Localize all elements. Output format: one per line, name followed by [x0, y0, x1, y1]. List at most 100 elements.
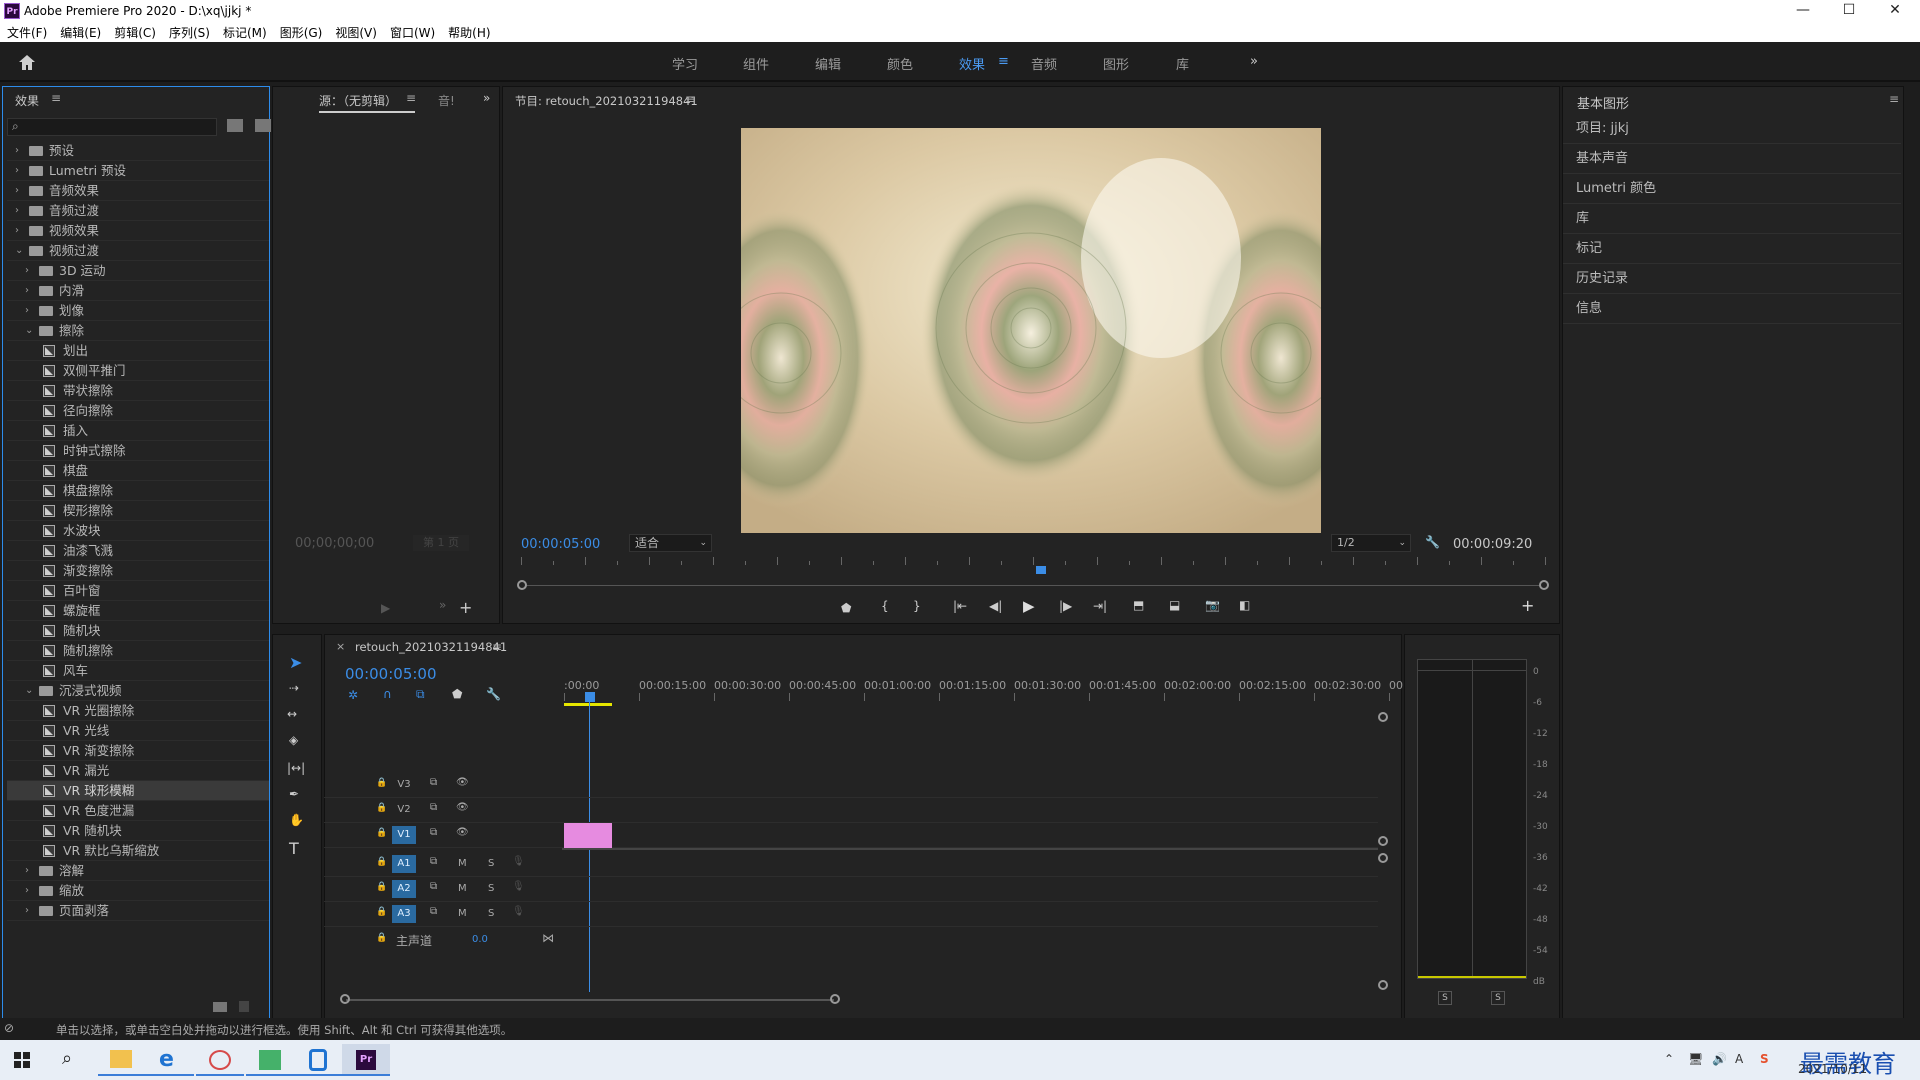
workspace-menu-icon[interactable]: ≡	[998, 54, 1009, 69]
solo-button[interactable]: S	[488, 858, 494, 869]
timeline-menu-icon[interactable]: ≡	[492, 640, 502, 654]
chevron-right-icon[interactable]: ›	[25, 281, 29, 301]
panel-menu-icon[interactable]: ≡	[51, 91, 61, 105]
menu-help[interactable]: 帮助(H)	[441, 22, 496, 41]
chevron-right-icon[interactable]: ›	[15, 181, 19, 201]
program-panel-menu-icon[interactable]: ≡	[685, 92, 695, 106]
effects-tree-item[interactable]: 螺旋框	[7, 601, 269, 621]
effects-tree-item[interactable]: 渐变擦除	[7, 561, 269, 581]
chevron-right-icon[interactable]: ›	[15, 201, 19, 221]
track-select-tool-icon[interactable]: ⇢	[289, 681, 299, 695]
effects-search-input[interactable]: ⌕	[7, 118, 217, 136]
linked-selection-icon[interactable]: ⧉	[416, 687, 425, 702]
chevron-right-icon[interactable]: ›	[15, 221, 19, 241]
close-sequence-icon[interactable]: ×	[336, 640, 345, 653]
razor-tool-icon[interactable]: ◈	[289, 733, 298, 747]
effects-tree-item[interactable]: 径向擦除	[7, 401, 269, 421]
lock-icon[interactable]: 🔒	[376, 933, 387, 943]
effects-tree-item[interactable]: VR 球形模糊	[7, 781, 269, 801]
menu-graphics[interactable]: 图形(G)	[273, 22, 329, 41]
effects-tree-item[interactable]: VR 渐变擦除	[7, 741, 269, 761]
settings-wrench-icon[interactable]: 🔧	[1425, 535, 1440, 549]
nest-icon[interactable]: ✲	[348, 688, 358, 702]
ime-icon[interactable]: A	[1735, 1052, 1743, 1066]
workspace-color[interactable]: 颜色	[887, 54, 913, 73]
ripple-edit-tool-icon[interactable]: ↔	[287, 707, 297, 721]
effects-tree-item[interactable]: 油漆飞溅	[7, 541, 269, 561]
app-icon[interactable]	[196, 1044, 244, 1076]
effects-tree-item[interactable]: ⌄ 擦除	[7, 321, 269, 341]
effects-tree-item[interactable]: VR 光线	[7, 721, 269, 741]
timeline-playhead-handle[interactable]	[585, 692, 595, 702]
effects-tree-item[interactable]: 带状擦除	[7, 381, 269, 401]
effects-tree-item[interactable]: ⌄ 视频过渡	[7, 241, 269, 261]
search-icon[interactable]: ⌕	[62, 1048, 72, 1069]
effects-tree-item[interactable]: 划出	[7, 341, 269, 361]
effects-tree-item[interactable]: › 视频效果	[7, 221, 269, 241]
chevron-right-icon[interactable]: ›	[25, 301, 29, 321]
mute-button[interactable]: M	[458, 908, 467, 919]
horizontal-scroll-handle[interactable]	[340, 994, 350, 1004]
vertical-scroll-handle[interactable]	[1378, 853, 1388, 863]
go-to-in-icon[interactable]: |⇤	[953, 599, 967, 613]
workspace-learn[interactable]: 学习	[672, 54, 698, 73]
track-target-toggle[interactable]: V2	[392, 801, 416, 819]
timeline-timecode[interactable]: 00:00:05:00	[345, 665, 437, 683]
add-button-icon[interactable]: +	[459, 598, 472, 617]
workspace-editing[interactable]: 编辑	[815, 54, 841, 73]
chevron-right-icon[interactable]: ›	[25, 261, 29, 281]
maximize-button[interactable]: ☐	[1826, 0, 1872, 22]
lift-icon[interactable]: ⬒	[1133, 598, 1144, 612]
chevron-down-icon[interactable]: ⌄	[25, 321, 33, 341]
lock-icon[interactable]: 🔒	[376, 803, 387, 813]
effects-tree-item[interactable]: 风车	[7, 661, 269, 681]
eye-icon[interactable]: 👁	[456, 777, 469, 788]
mark-in-icon[interactable]: {	[881, 599, 889, 613]
effects-tree-item[interactable]: VR 漏光	[7, 761, 269, 781]
show-hidden-icons[interactable]: ⌃	[1664, 1052, 1674, 1066]
lock-icon[interactable]: 🔒	[376, 778, 387, 788]
horizontal-scroll-bar[interactable]	[346, 999, 834, 1001]
mute-button[interactable]: M	[458, 883, 467, 894]
solo-button[interactable]: S	[488, 908, 494, 919]
32bit-effects-icon[interactable]	[255, 119, 271, 132]
network-icon[interactable]: 🖥	[1688, 1052, 1703, 1066]
effects-tree-item[interactable]: › 缩放	[7, 881, 269, 901]
play-icon[interactable]: ▶	[381, 601, 390, 615]
play-stop-icon[interactable]: ▶	[1023, 597, 1035, 615]
panner-icon[interactable]: ⋈	[542, 931, 554, 945]
sync-lock-icon[interactable]: ⧉	[430, 906, 437, 917]
add-marker-icon[interactable]: ⬟	[841, 601, 851, 615]
panel-history[interactable]: 历史记录	[1563, 264, 1901, 294]
solo-left-button[interactable]: S	[1438, 991, 1452, 1005]
panel-project[interactable]: 项目: jjkj	[1563, 114, 1901, 144]
chevron-right-icon[interactable]: ›	[15, 161, 19, 181]
chevron-down-icon[interactable]: ⌄	[15, 241, 23, 261]
effects-tree-item[interactable]: › 预设	[7, 141, 269, 161]
workspace-graphics[interactable]: 图形	[1103, 54, 1129, 73]
time-ruler[interactable]	[521, 557, 1546, 565]
menu-markers[interactable]: 标记(M)	[216, 22, 273, 41]
sync-lock-icon[interactable]: ⧉	[430, 777, 437, 788]
program-timecode[interactable]: 00:00:05:00	[521, 537, 600, 552]
menu-edit[interactable]: 编辑(E)	[53, 22, 107, 41]
solo-button[interactable]: S	[488, 883, 494, 894]
track-target-toggle[interactable]: V3	[392, 776, 416, 794]
menu-view[interactable]: 视图(V)	[328, 22, 383, 41]
workspace-audio[interactable]: 音频	[1031, 54, 1057, 73]
eye-icon[interactable]: 👁	[456, 802, 469, 813]
effects-tree-item[interactable]: ⌄ 沉浸式视频	[7, 681, 269, 701]
selection-tool-icon[interactable]: ➤	[289, 653, 302, 672]
more-controls-icon[interactable]: »	[439, 598, 446, 612]
mark-out-icon[interactable]: }	[913, 599, 921, 613]
effects-tree-item[interactable]: 时钟式擦除	[7, 441, 269, 461]
menu-window[interactable]: 窗口(W)	[383, 22, 441, 41]
microphone-icon[interactable]: 🎙	[512, 906, 525, 917]
lock-icon[interactable]: 🔒	[376, 828, 387, 838]
workspace-assembly[interactable]: 组件	[743, 54, 769, 73]
track-target-toggle[interactable]: V1	[392, 826, 416, 844]
track-target-toggle[interactable]: A1	[392, 855, 416, 873]
chevron-right-icon[interactable]: ›	[25, 861, 29, 881]
program-playhead[interactable]	[1036, 566, 1047, 574]
work-area-bar[interactable]	[564, 703, 612, 706]
